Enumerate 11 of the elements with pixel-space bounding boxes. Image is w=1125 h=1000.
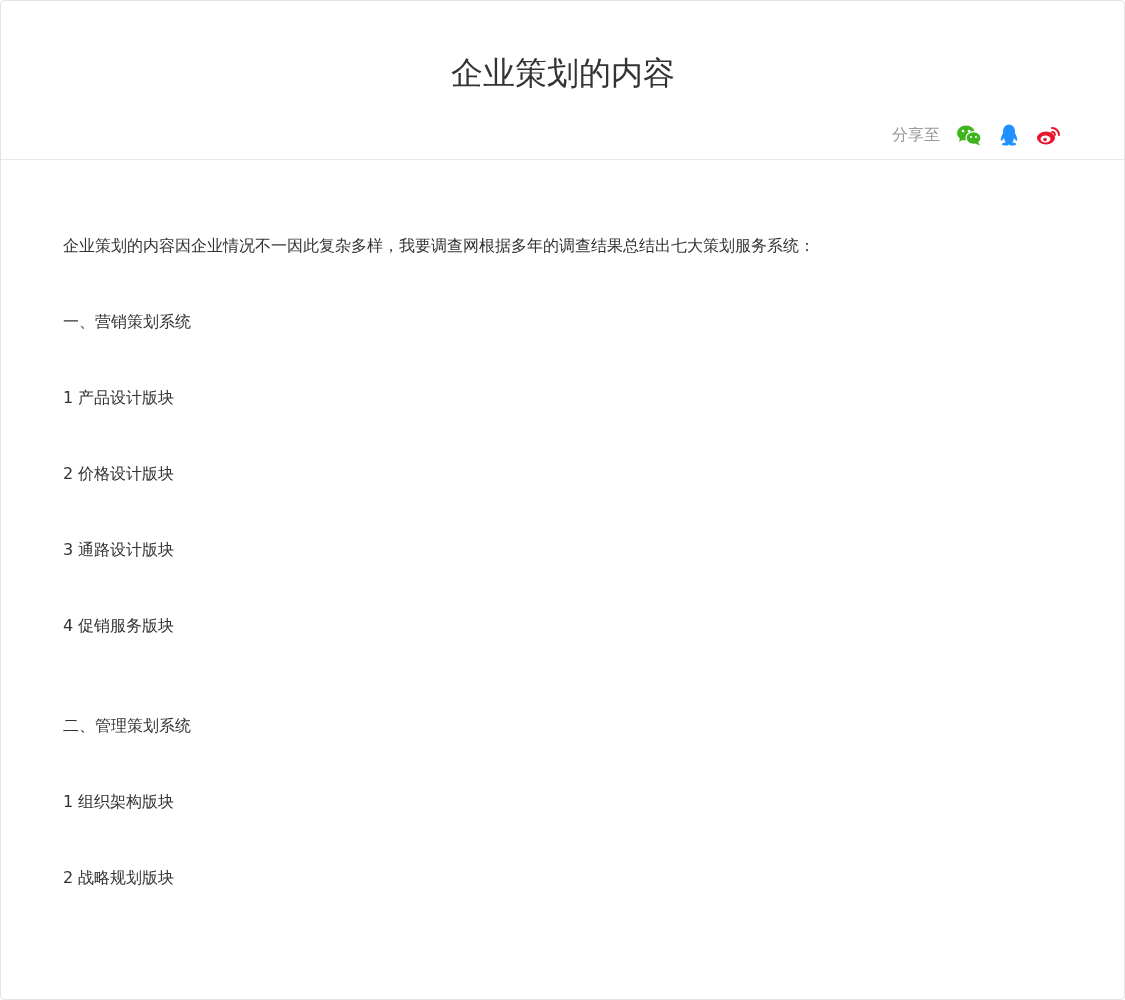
list-item: 1 组织架构版块: [63, 791, 176, 813]
list-item: 2 战略规划版块: [63, 867, 176, 889]
list-item: 4 促销服务版块: [63, 615, 176, 637]
list-item: 2 价格设计版块: [63, 463, 176, 485]
share-label: 分享至: [892, 124, 940, 146]
paragraph: 企业策划的内容因企业情况不一因此复杂多样，我要调查网根据多年的调查结果总结出七大策划服务系统：: [63, 235, 816, 257]
section-heading: 一、营销策划系统: [63, 311, 192, 333]
list-item: 3 通路设计版块: [63, 539, 176, 561]
article-title: 企业策划的内容: [449, 53, 676, 93]
section-heading: 二、管理策划系统: [63, 715, 192, 737]
list-item: 1 产品设计版块: [63, 387, 176, 409]
